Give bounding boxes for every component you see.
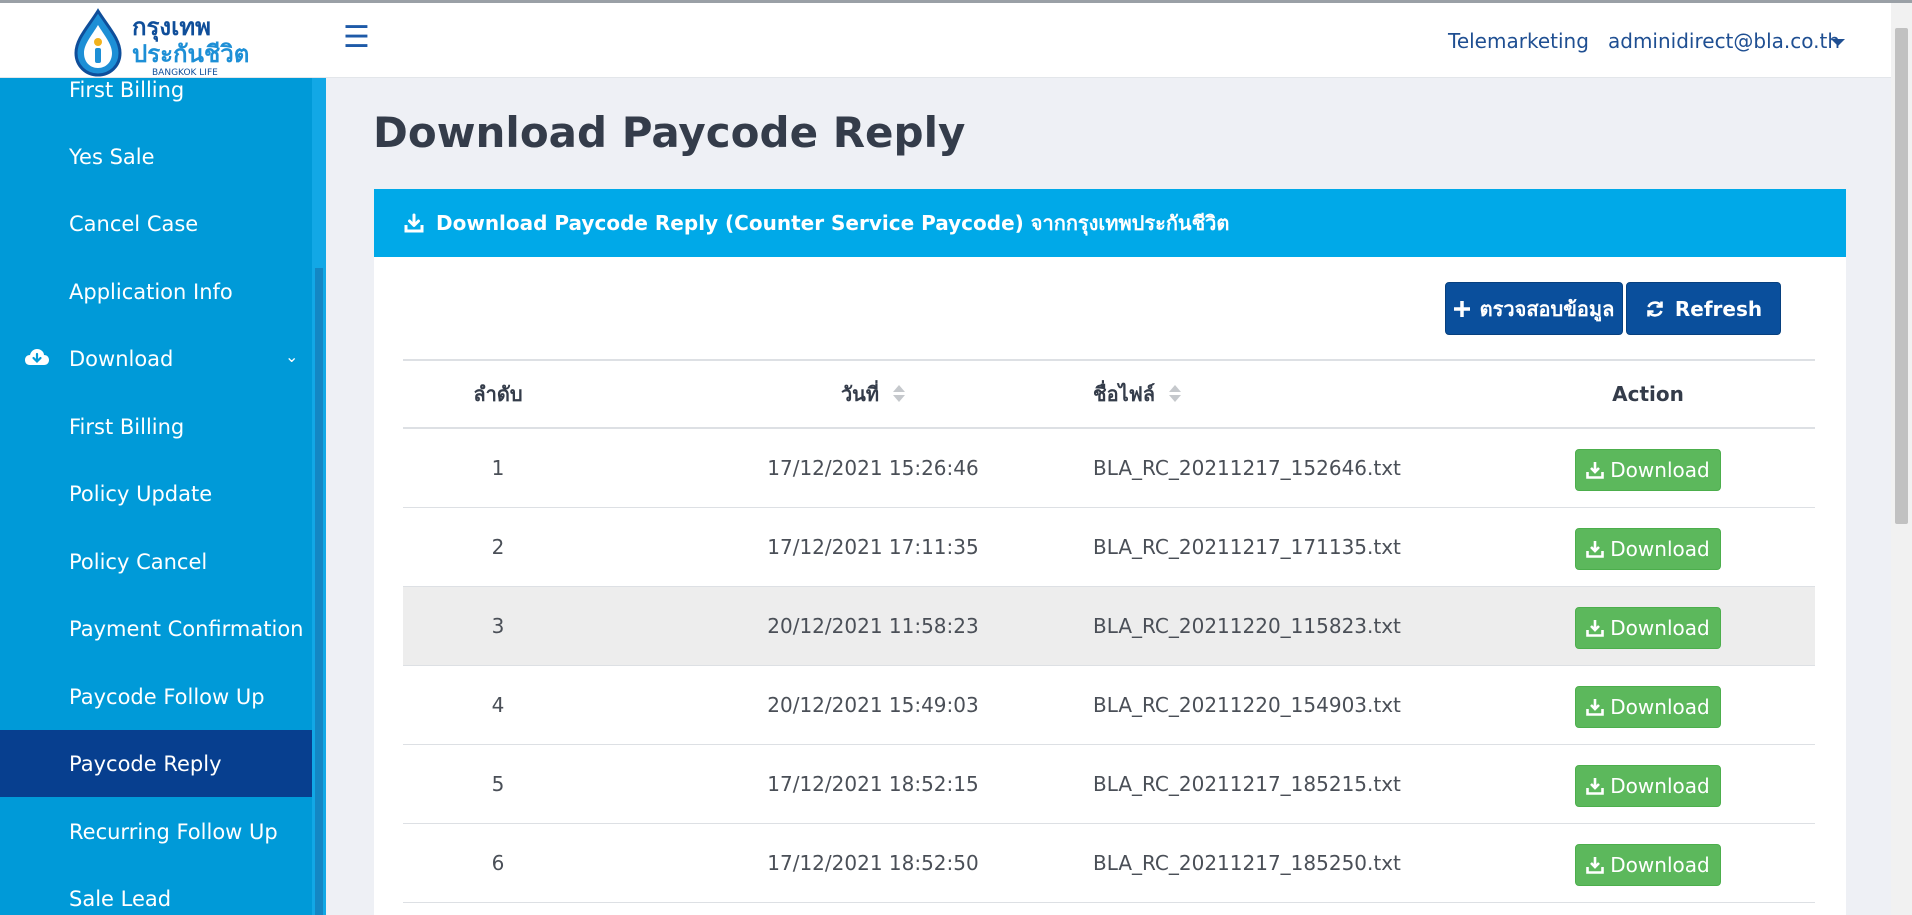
row-filename: BLA_RC_20211220_154903.txt xyxy=(1093,693,1401,717)
column-header-date[interactable]: วันที่ xyxy=(733,361,1013,427)
verify-button-label: ตรวจสอบข้อมูล xyxy=(1479,296,1615,321)
download-icon xyxy=(1586,541,1605,558)
download-icon xyxy=(404,213,424,233)
row-filename: BLA_RC_20211220_115823.txt xyxy=(1093,614,1401,638)
sidebar-item-label: Application Info xyxy=(69,279,233,304)
table-header: ลำดับ วันที่ ชื่อไฟล์ Action xyxy=(403,359,1815,429)
sidebar: First Billing Yes Sale Cancel Case Appli… xyxy=(0,78,312,915)
table-row: 4 20/12/2021 15:49:03 BLA_RC_20211220_15… xyxy=(403,666,1815,745)
sidebar-item-first-billing[interactable]: First Billing xyxy=(0,78,312,123)
sidebar-item-label: Paycode Follow Up xyxy=(69,684,265,709)
refresh-button-label: Refresh xyxy=(1674,296,1763,321)
refresh-button[interactable]: Refresh xyxy=(1626,282,1781,335)
row-date: 20/12/2021 11:58:23 xyxy=(767,614,979,638)
sidebar-item-label: Sale Lead xyxy=(69,886,172,911)
paycode-reply-table: ลำดับ วันที่ ชื่อไฟล์ Action 1 17/12/202… xyxy=(403,359,1815,903)
table-row: 3 20/12/2021 11:58:23 BLA_RC_20211220_11… xyxy=(403,587,1815,666)
sort-icon[interactable] xyxy=(893,385,906,403)
sidebar-item-paycode-follow-up[interactable]: Paycode Follow Up xyxy=(0,663,312,730)
row-order: 6 xyxy=(491,851,505,875)
role-link[interactable]: Telemarketing xyxy=(1448,29,1589,53)
download-icon xyxy=(1586,620,1605,637)
table-row: 1 17/12/2021 15:26:46 BLA_RC_20211217_15… xyxy=(403,429,1815,508)
row-date: 17/12/2021 18:52:50 xyxy=(767,851,979,875)
page-title: Download Paycode Reply xyxy=(373,108,966,157)
row-filename: BLA_RC_20211217_185215.txt xyxy=(1093,772,1401,796)
sidebar-item-application-info[interactable]: Application Info xyxy=(0,258,312,325)
sidebar-item-paycode-reply[interactable]: Paycode Reply xyxy=(0,730,312,797)
sidebar-item-download-first-billing[interactable]: First Billing xyxy=(0,393,312,460)
column-header-action: Action xyxy=(1612,382,1684,406)
column-header-filename[interactable]: ชื่อไฟล์ xyxy=(1093,361,1393,427)
sidebar-item-recurring-follow-up[interactable]: Recurring Follow Up xyxy=(0,798,312,865)
row-order: 2 xyxy=(491,535,505,559)
download-button[interactable]: Download xyxy=(1575,607,1721,649)
row-date: 17/12/2021 15:26:46 xyxy=(767,456,979,480)
panel-header: Download Paycode Reply (Counter Service … xyxy=(374,189,1846,257)
sidebar-item-policy-update[interactable]: Policy Update xyxy=(0,460,312,527)
sidebar-item-label: Paycode Reply xyxy=(69,751,222,776)
sidebar-item-yes-sale[interactable]: Yes Sale xyxy=(0,123,312,190)
download-icon xyxy=(1586,857,1605,874)
sidebar-item-label: Yes Sale xyxy=(69,144,155,169)
download-button[interactable]: Download xyxy=(1575,528,1721,570)
download-button[interactable]: Download xyxy=(1575,449,1721,491)
download-icon xyxy=(1586,778,1605,795)
sidebar-item-label: Cancel Case xyxy=(69,211,199,236)
download-icon xyxy=(1586,462,1605,479)
sidebar-item-label: Payment Confirmation xyxy=(69,616,304,641)
download-button[interactable]: Download xyxy=(1575,686,1721,728)
panel-heading: Download Paycode Reply (Counter Service … xyxy=(436,211,1230,235)
row-order: 4 xyxy=(491,693,505,717)
sidebar-item-label: First Billing xyxy=(69,414,185,439)
row-date: 17/12/2021 17:11:35 xyxy=(767,535,979,559)
download-icon xyxy=(1586,699,1605,716)
row-order: 1 xyxy=(491,456,505,480)
sort-icon[interactable] xyxy=(1169,385,1182,403)
sidebar-item-label: Download xyxy=(69,346,174,371)
svg-text:กรุงเทพ: กรุงเทพ xyxy=(132,13,211,43)
page-scrollbar-thumb[interactable] xyxy=(1895,28,1908,524)
column-header-order: ลำดับ xyxy=(473,382,523,406)
table-row: 6 17/12/2021 18:52:50 BLA_RC_20211217_18… xyxy=(403,824,1815,903)
row-date: 20/12/2021 15:49:03 xyxy=(767,693,979,717)
table-row: 5 17/12/2021 18:52:15 BLA_RC_20211217_18… xyxy=(403,745,1815,824)
sidebar-item-sale-lead[interactable]: Sale Lead xyxy=(0,865,312,915)
caret-down-icon[interactable] xyxy=(1831,39,1845,46)
row-date: 17/12/2021 18:52:15 xyxy=(767,772,979,796)
top-header: กรุงเทพ ประกันชีวิต BANGKOK LIFE ☰ Telem… xyxy=(0,3,1891,78)
row-filename: BLA_RC_20211217_152646.txt xyxy=(1093,456,1401,480)
plus-icon xyxy=(1453,300,1470,317)
user-menu[interactable]: adminidirect@bla.co.th xyxy=(1608,29,1840,53)
table-row: 2 17/12/2021 17:11:35 BLA_RC_20211217_17… xyxy=(403,508,1815,587)
sidebar-item-label: Policy Cancel xyxy=(69,549,208,574)
sidebar-item-label: Policy Update xyxy=(69,481,213,506)
row-order: 5 xyxy=(491,772,505,796)
chevron-down-icon: ⌄ xyxy=(285,347,299,366)
download-button[interactable]: Download xyxy=(1575,844,1721,886)
bangkok-life-logo[interactable]: กรุงเทพ ประกันชีวิต BANGKOK LIFE xyxy=(70,5,260,77)
verify-data-button[interactable]: ตรวจสอบข้อมูล xyxy=(1445,282,1623,335)
sidebar-item-payment-confirmation[interactable]: Payment Confirmation xyxy=(0,595,312,662)
sidebar-item-download[interactable]: Download ⌄ xyxy=(0,325,312,392)
download-panel: Download Paycode Reply (Counter Service … xyxy=(374,189,1846,915)
row-filename: BLA_RC_20211217_185250.txt xyxy=(1093,851,1401,875)
refresh-icon xyxy=(1647,300,1663,317)
row-order: 3 xyxy=(491,614,505,638)
sidebar-item-policy-cancel[interactable]: Policy Cancel xyxy=(0,528,312,595)
menu-toggle-icon[interactable]: ☰ xyxy=(343,23,370,53)
sidebar-item-cancel-case[interactable]: Cancel Case xyxy=(0,190,312,257)
download-button[interactable]: Download xyxy=(1575,765,1721,807)
sidebar-scrollbar-thumb[interactable] xyxy=(315,268,323,915)
cloud-download-icon xyxy=(25,349,49,365)
svg-text:BANGKOK LIFE: BANGKOK LIFE xyxy=(152,68,218,77)
row-filename: BLA_RC_20211217_171135.txt xyxy=(1093,535,1401,559)
sidebar-item-label: Recurring Follow Up xyxy=(69,819,278,844)
sidebar-item-label: First Billing xyxy=(69,78,185,102)
svg-text:ประกันชีวิต: ประกันชีวิต xyxy=(132,40,249,68)
